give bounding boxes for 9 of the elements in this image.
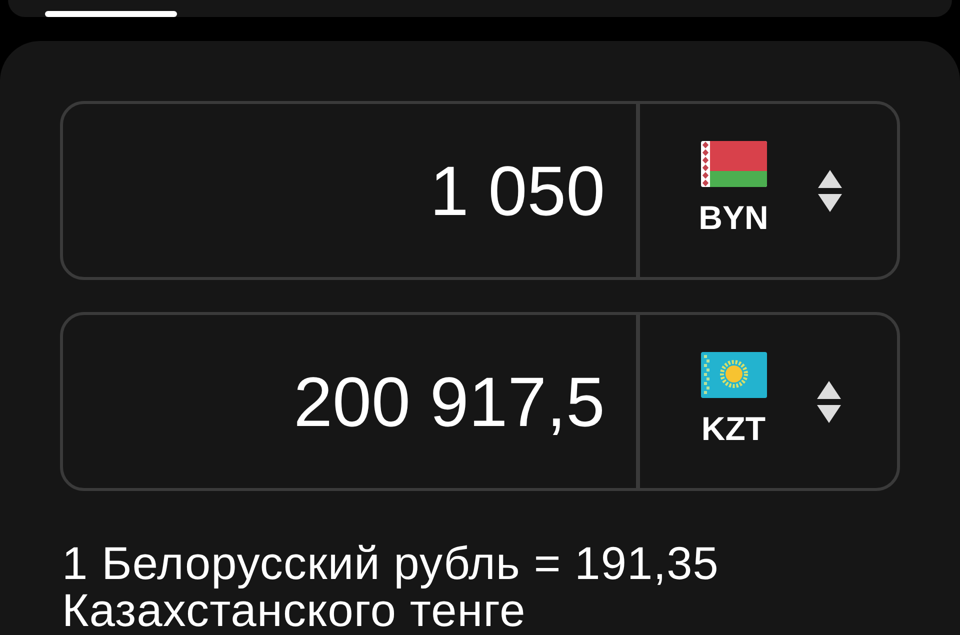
amount-field[interactable]: 1 050 [63,104,636,277]
flag-icon [700,140,766,186]
currency-selector-button[interactable]: KZT [640,315,897,488]
exchange-rate-text: 1 Белорусский рубль = 191,35 Казахстанского тенге [61,540,720,634]
amount-field[interactable]: 200 917,5 [63,315,636,488]
up-down-caret-icon [818,170,842,212]
currency-selector-button[interactable]: BYN [640,104,897,277]
flag-icon [700,352,766,398]
up-down-caret-icon [816,380,840,422]
